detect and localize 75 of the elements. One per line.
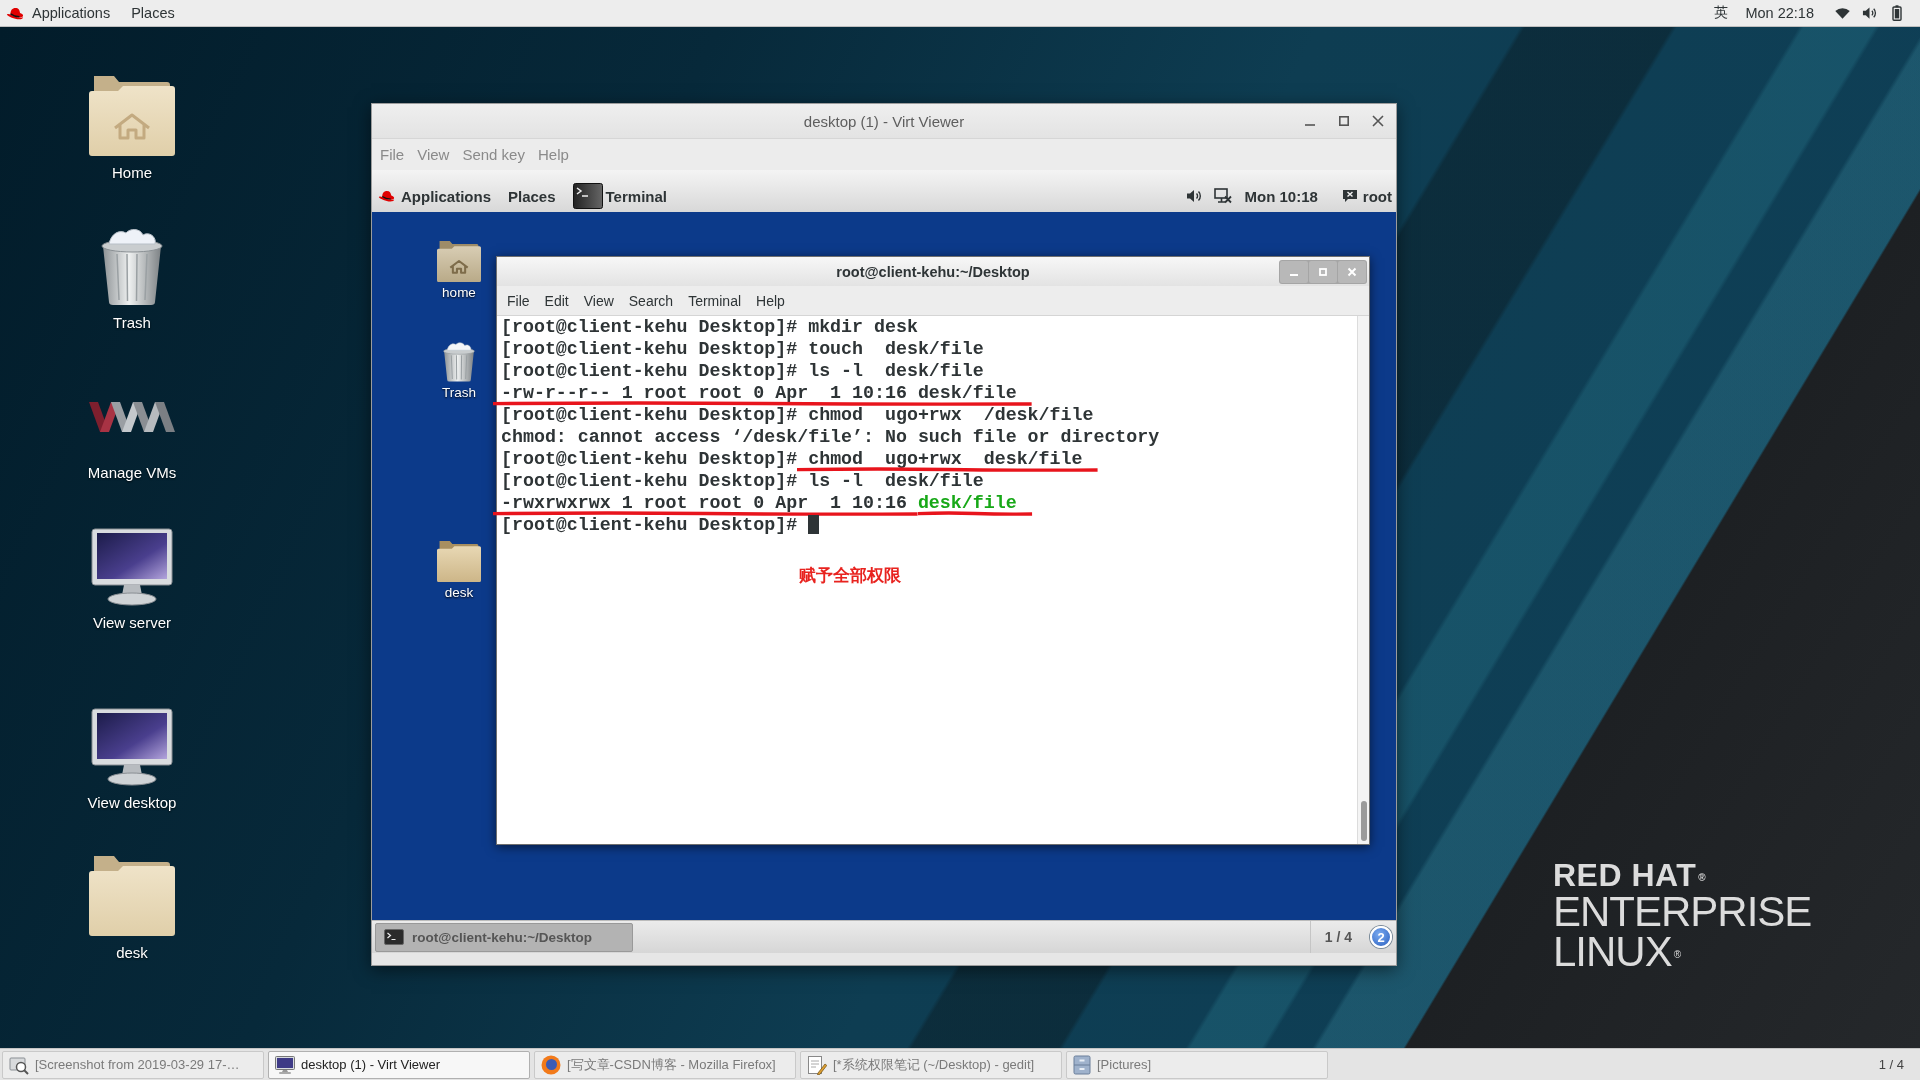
terminal-icon	[384, 929, 404, 945]
home-folder-icon[interactable]	[437, 241, 481, 282]
user-menu-button[interactable]: root	[1341, 187, 1392, 205]
trash-can-icon[interactable]	[441, 342, 477, 382]
terminal-line: [root@client-kehu Desktop]# ls -l desk/file	[501, 361, 984, 381]
scrollbar-thumb[interactable]	[1360, 801, 1367, 841]
terminal-line: [root@client-kehu Desktop]# chmod ugo+rwx /desk/file	[501, 405, 1094, 425]
zigzag-stripes-icon[interactable]	[89, 402, 175, 432]
desktop-icon-label[interactable]: Manage VMs	[87, 463, 177, 483]
app-menu-button[interactable]: Terminal	[572, 183, 667, 209]
terminal-line: [root@client-kehu Desktop]# ls -l desk/file	[501, 471, 984, 491]
window-title: desktop (1) - Virt Viewer	[803, 112, 965, 130]
terminal-line: [root@client-kehu Desktop]# chmod ugo+rwx desk/file	[501, 449, 1083, 469]
terminal-line: [root@client-kehu Desktop]#	[501, 515, 798, 535]
chat-bubble-icon	[1341, 189, 1358, 203]
hat-logo-icon[interactable]	[6, 5, 24, 21]
terminal-line: [root@client-kehu Desktop]# mkdir desk	[501, 317, 918, 337]
magnifier-icon	[9, 1054, 29, 1075]
wifi-icon[interactable]	[1835, 7, 1850, 19]
hat-logo-icon[interactable]	[378, 189, 395, 203]
window-title: root@client-kehu:~/Desktop	[836, 263, 1030, 280]
menu-item[interactable]: Terminal	[688, 292, 742, 309]
volume-icon[interactable]	[1186, 189, 1203, 203]
desktop-icon-label[interactable]: View desktop	[87, 793, 177, 813]
scrollbar[interactable]	[1357, 316, 1369, 844]
folder-icon[interactable]	[89, 856, 175, 936]
desktop-icon-label[interactable]: home	[442, 285, 476, 301]
desktop-icon-label[interactable]: Home	[112, 163, 152, 183]
maximize-icon[interactable]	[1338, 115, 1350, 127]
notepad-pencil-icon	[807, 1054, 827, 1075]
logo-text: LINUX$^{®}$	[1553, 932, 1682, 972]
file-cabinet-icon	[1073, 1054, 1091, 1075]
desktop-icon-label[interactable]: Trash	[113, 313, 151, 333]
terminal-line: chmod: cannot access ‘/desk/file’: No such file or directory	[501, 427, 1160, 447]
taskbar-window-button[interactable]: [Pictures]	[1066, 1050, 1328, 1079]
taskbar-window-button[interactable]: root@client-kehu:~/Desktop	[375, 922, 633, 952]
logo-text: ENTERPRISE	[1553, 892, 1812, 932]
terminal-icon	[572, 183, 603, 209]
taskbar-window-button[interactable]: desktop (1) - Virt Viewer	[268, 1050, 530, 1079]
menu-item[interactable]: Search	[628, 292, 674, 309]
menu-item[interactable]: File	[507, 292, 530, 309]
desktop-icon-label[interactable]: desk	[116, 943, 148, 963]
monitor-icon	[275, 1055, 295, 1074]
home-folder-icon[interactable]	[89, 76, 175, 156]
terminal-line: [root@client-kehu Desktop]# touch desk/file	[501, 339, 984, 359]
taskbar-window-button[interactable]: [Screenshot from 2019-03-29 17-…	[2, 1050, 264, 1079]
panel-clock[interactable]: Mon 22:18	[1745, 5, 1814, 21]
panel-menu[interactable]: Applications	[32, 5, 111, 21]
panel-clock[interactable]: Mon 10:18	[1244, 187, 1318, 205]
input-method-indicator[interactable]: 英	[1714, 4, 1729, 22]
taskbar-window-button[interactable]: [写文章-CSDN博客 - Mozilla Firefox]	[534, 1050, 796, 1079]
network-icon[interactable]	[1214, 188, 1233, 204]
logo-text: RED HAT$^{®}$	[1553, 858, 1708, 892]
desktop-icon-label[interactable]: desk	[444, 585, 474, 601]
folder-icon[interactable]	[437, 541, 481, 582]
desktop-icon-label[interactable]: Trash	[442, 385, 476, 401]
monitor-icon[interactable]	[91, 708, 173, 786]
taskbar-window-button[interactable]: [*系统权限笔记 (~/Desktop) - gedit]	[800, 1050, 1062, 1079]
panel-menu[interactable]: Places	[131, 5, 175, 21]
annotation-text: 赋予全部权限	[799, 565, 901, 585]
desktop-icon-label[interactable]: View server	[92, 613, 172, 633]
monitor-icon[interactable]	[91, 528, 173, 606]
panel-menu[interactable]: Applications	[401, 187, 491, 205]
workspace-indicator[interactable]: 1 / 4	[1878, 1057, 1918, 1072]
terminal-line: -rw-r--r-- 1 root root 0 Apr 1 10:16 desk/file	[501, 383, 1017, 403]
volume-icon[interactable]	[1862, 6, 1877, 20]
workspace-indicator[interactable]: 1 / 4	[1309, 921, 1366, 953]
menu-item[interactable]: View	[583, 292, 614, 309]
panel-menu[interactable]: Places	[508, 187, 556, 205]
battery-icon[interactable]	[1892, 5, 1902, 21]
menu-item[interactable]: Help	[756, 292, 785, 309]
close-icon[interactable]	[1372, 115, 1384, 127]
terminal-line: -rwxrwxrwx 1 root root 0 Apr 1 10:16 desk/file	[501, 493, 1017, 513]
globe-icon	[541, 1054, 561, 1075]
menu-item[interactable]: Edit	[544, 292, 569, 309]
